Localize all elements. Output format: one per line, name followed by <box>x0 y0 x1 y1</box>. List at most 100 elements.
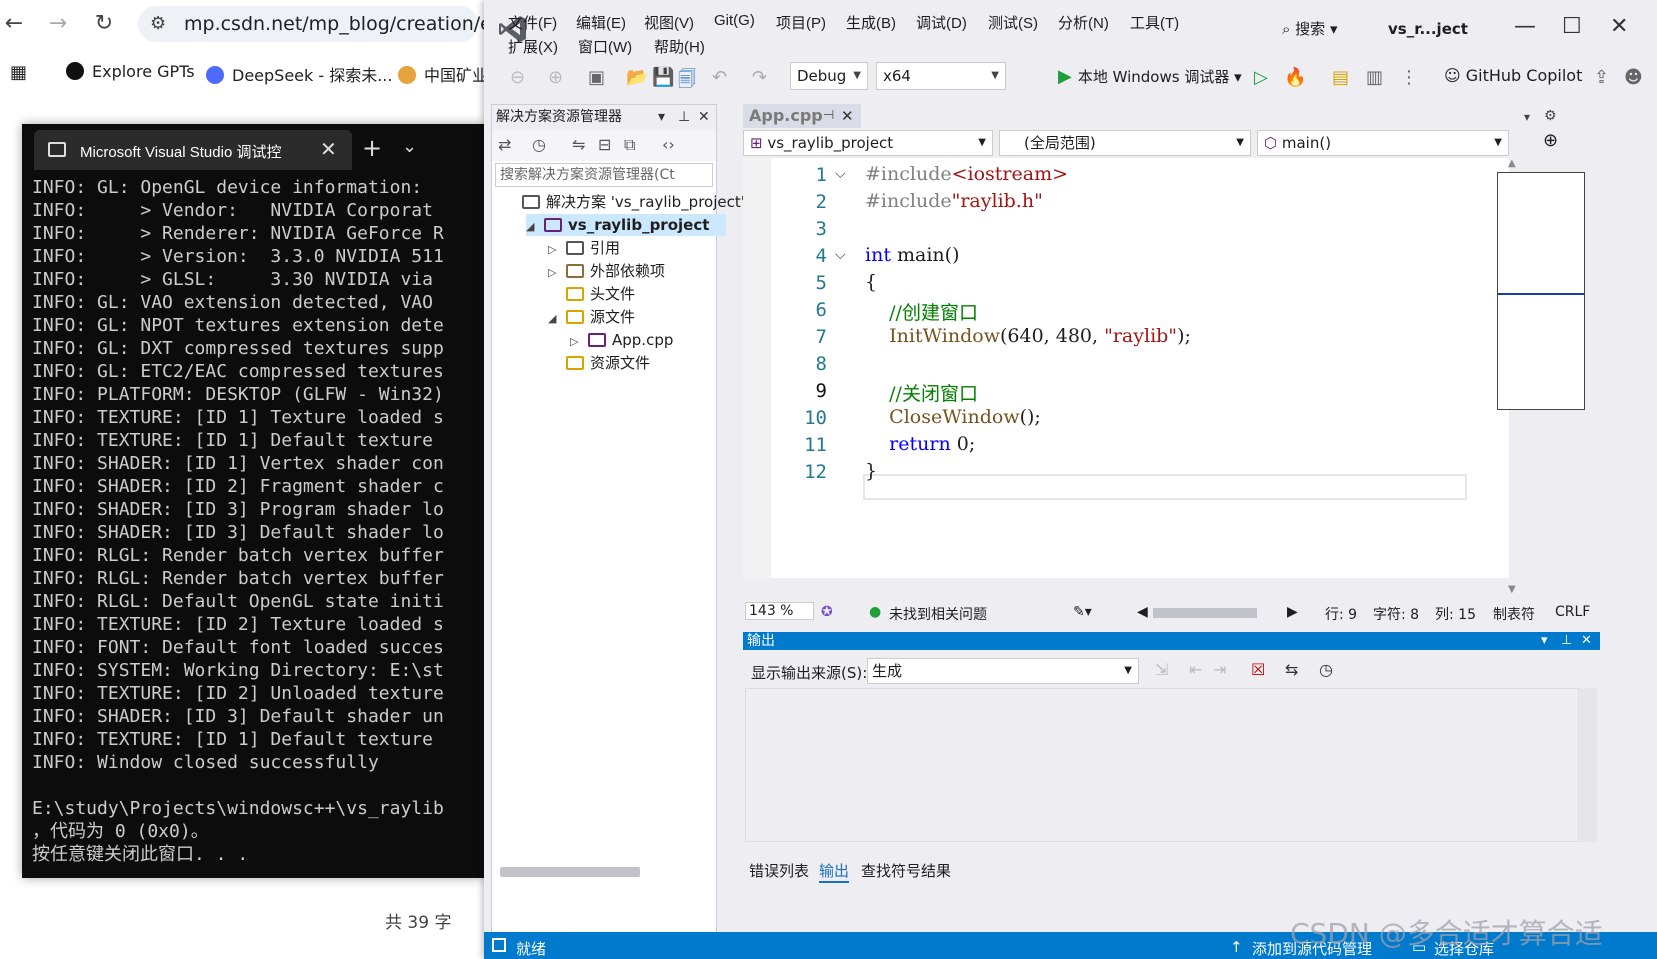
intellicode-icon[interactable]: ✪ <box>821 604 833 620</box>
settings-gear-icon[interactable]: ⚙ <box>1544 108 1557 124</box>
forward-icon[interactable]: ⊕ <box>548 67 563 88</box>
close-icon[interactable]: ✕ <box>841 104 854 128</box>
platform-dropdown[interactable]: x64 ▼ <box>876 62 1006 90</box>
horizontal-scrollbar-thumb[interactable] <box>1153 608 1257 618</box>
project-navigation-dropdown[interactable]: ⊞ vs_raylib_project ▼ <box>743 130 993 156</box>
code-view-icon[interactable]: ‹› <box>662 135 675 154</box>
collapse-all-icon[interactable]: ⊟ <box>598 135 611 154</box>
show-all-files-icon[interactable]: ⧉ <box>624 135 635 155</box>
issues-status[interactable]: 未找到相关问题 <box>889 604 987 624</box>
bookmark-deepseek[interactable]: DeepSeek - 探索未... <box>206 62 392 86</box>
word-wrap-icon[interactable]: ⇆ <box>1285 660 1298 679</box>
expander-icon[interactable]: ▷ <box>548 262 566 284</box>
minimize-icon[interactable]: — <box>1514 14 1536 39</box>
github-copilot-button[interactable]: ☺ GitHub Copilot <box>1444 66 1582 85</box>
fold-chevron-icon[interactable]: ⌵ <box>835 247 846 263</box>
new-tab-icon[interactable]: + <box>362 134 382 162</box>
tab-output[interactable]: 输出 <box>819 860 850 883</box>
history-icon[interactable]: ◷ <box>532 135 546 154</box>
tree-item[interactable]: ◢ 源文件 <box>548 306 635 328</box>
search-button[interactable]: ⌕ 搜索 ▾ <box>1282 18 1338 39</box>
line-indicator[interactable]: 行: 9 <box>1325 604 1357 624</box>
console-tab[interactable]: Microsoft Visual Studio 调试控 ✕ <box>34 130 352 170</box>
menu-row2-2[interactable]: 帮助(H) <box>654 36 705 57</box>
menu-8[interactable]: 分析(N) <box>1058 12 1109 33</box>
reload-icon[interactable]: ↻ <box>90 10 118 38</box>
menu-6[interactable]: 调试(D) <box>916 12 967 33</box>
pin-icon[interactable]: ⊥ <box>1561 632 1572 650</box>
fold-chevron-icon[interactable]: ⌵ <box>835 166 846 182</box>
undo-icon[interactable]: ↶ <box>712 67 727 88</box>
scope-navigation-dropdown[interactable]: (全局范围) ▼ <box>999 130 1251 156</box>
new-project-icon[interactable]: ▣ <box>588 67 605 88</box>
menu-row2-1[interactable]: 窗口(W) <box>578 36 632 57</box>
expander-icon[interactable]: ◢ <box>548 308 566 330</box>
scroll-right-icon[interactable]: ▶ <box>1287 604 1298 620</box>
menu-4[interactable]: 项目(P) <box>776 12 826 33</box>
tab-find-symbol-results[interactable]: 查找符号结果 <box>861 860 951 881</box>
forward-icon[interactable]: → <box>44 10 72 38</box>
tree-item[interactable]: ▷ App.cpp <box>570 329 673 351</box>
tree-item[interactable]: 资源文件 <box>548 352 650 374</box>
close-icon[interactable]: ✕ <box>1581 632 1592 650</box>
close-icon[interactable]: ✕ <box>698 105 710 129</box>
expander-icon[interactable]: ▷ <box>570 331 588 353</box>
switch-views-icon[interactable]: ⇄ <box>498 135 511 154</box>
back-icon[interactable]: ← <box>0 10 28 38</box>
menu-7[interactable]: 测试(S) <box>988 12 1038 33</box>
cleanup-brush-icon[interactable]: ✎▾ <box>1073 604 1092 620</box>
column-indicator[interactable]: 列: 15 <box>1435 604 1476 624</box>
save-all-icon[interactable]: 🗐 <box>678 67 696 97</box>
apps-icon[interactable]: ▦ <box>10 62 27 83</box>
expander-icon[interactable]: ▷ <box>548 239 566 261</box>
menu-9[interactable]: 工具(T) <box>1130 12 1179 33</box>
menu-row2-0[interactable]: 扩展(X) <box>508 36 558 57</box>
back-icon[interactable]: ⊖ <box>510 67 525 88</box>
scroll-down-icon[interactable]: ▼ <box>1508 584 1516 595</box>
address-bar[interactable]: ⚙ mp.csdn.net/mp_blog/creation/edit <box>138 6 517 42</box>
pin-icon[interactable]: ⊥ <box>678 105 690 129</box>
tab-error-list[interactable]: 错误列表 <box>749 860 809 881</box>
code-minimap[interactable] <box>1497 172 1585 410</box>
tab-mode-indicator[interactable]: 制表符 <box>1493 604 1535 624</box>
code-text-area[interactable] <box>743 158 1509 578</box>
sync-icon[interactable]: ⇋ <box>572 135 585 154</box>
chevron-down-icon[interactable]: ⌄ <box>402 136 417 157</box>
zoom-dropdown[interactable]: 143 % <box>745 602 815 620</box>
tree-item[interactable]: ▷ 外部依赖项 <box>548 260 665 282</box>
tree-item[interactable]: 解决方案 'vs_raylib_project' <box>504 191 745 213</box>
menu-2[interactable]: 视图(V) <box>644 12 694 33</box>
folder-icon[interactable]: ▤ <box>1332 67 1349 88</box>
bookmark-explore-gpts[interactable]: Explore GPTs <box>66 62 195 81</box>
start-without-debugging-icon[interactable]: ▷ <box>1254 67 1268 88</box>
project-name-badge[interactable]: vs_r...ject <box>1388 20 1468 38</box>
site-settings-icon[interactable]: ⚙ <box>150 13 166 34</box>
open-folder-icon[interactable]: 📂 <box>626 67 648 88</box>
maximize-icon[interactable]: ☐ <box>1562 14 1582 39</box>
solution-search-input[interactable]: 搜索解决方案资源管理器(Ct <box>495 163 713 187</box>
document-tab-app-cpp[interactable]: App.cpp ⊣ ✕ <box>743 104 861 128</box>
scroll-up-icon[interactable]: ▲ <box>1508 158 1516 169</box>
close-icon[interactable]: ✕ <box>1610 14 1628 39</box>
tree-item[interactable]: 头文件 <box>548 283 635 305</box>
horizontal-scrollbar[interactable] <box>500 867 640 877</box>
align-icon[interactable]: ⋮ <box>1400 67 1418 88</box>
hot-reload-icon[interactable]: 🔥 <box>1284 67 1306 88</box>
tree-item[interactable]: ◢ vs_raylib_project <box>526 214 726 236</box>
account-icon[interactable]: ☻ <box>1624 67 1643 88</box>
timestamp-icon[interactable]: ◷ <box>1319 660 1333 679</box>
menu-0[interactable]: 文件(F) <box>508 12 557 33</box>
dropdown-icon[interactable]: ▾ <box>658 105 665 129</box>
tree-item[interactable]: ▷ 引用 <box>548 237 620 259</box>
menu-3[interactable]: Git(G) <box>714 12 755 29</box>
clear-all-icon[interactable]: ☒ <box>1251 660 1265 679</box>
layout-icon[interactable]: ▥ <box>1366 67 1383 88</box>
expander-icon[interactable]: ◢ <box>526 216 544 238</box>
share-icon[interactable]: ⇪ <box>1594 67 1609 88</box>
menu-5[interactable]: 生成(B) <box>846 12 896 33</box>
output-source-dropdown[interactable]: 生成 ▼ <box>867 658 1139 684</box>
start-debugging-button[interactable]: ▶ 本地 Windows 调试器 ▾ <box>1058 66 1242 87</box>
redo-icon[interactable]: ↷ <box>752 67 767 88</box>
close-icon[interactable]: ✕ <box>320 137 337 161</box>
member-navigation-dropdown[interactable]: ⬡ main() ▼ <box>1257 130 1509 156</box>
